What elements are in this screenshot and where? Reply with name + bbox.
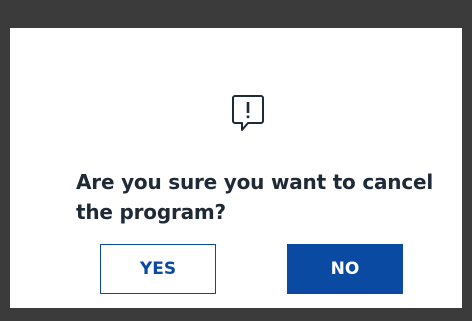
- yes-button[interactable]: YES: [100, 244, 216, 294]
- no-button[interactable]: NO: [287, 244, 403, 294]
- yes-button-label: YES: [139, 259, 177, 279]
- dialog-message: Are you sure you want to cancel the prog…: [76, 170, 434, 224]
- no-button-label: NO: [330, 259, 360, 279]
- alert-speech-bubble-icon: [232, 95, 264, 131]
- confirm-dialog: Are you sure you want to cancel the prog…: [10, 28, 462, 308]
